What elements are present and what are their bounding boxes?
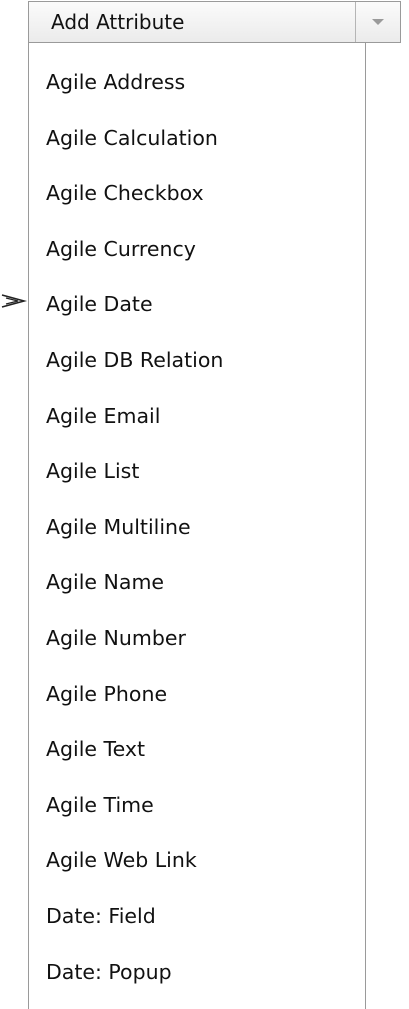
menu-item-agile-currency[interactable]: Agile Currency (29, 222, 365, 278)
dropdown-arrow-button[interactable] (355, 2, 400, 42)
add-attribute-dropdown[interactable]: Add Attribute (28, 1, 401, 43)
menu-item-agile-multiline[interactable]: Agile Multiline (29, 500, 365, 556)
menu-item-date-field[interactable]: Date: Field (29, 889, 365, 945)
menu-item-agile-time[interactable]: Agile Time (29, 778, 365, 834)
menu-item-agile-address[interactable]: Agile Address (29, 55, 365, 111)
menu-item-agile-checkbox[interactable]: Agile Checkbox (29, 166, 365, 222)
menu-item-agile-text[interactable]: Agile Text (29, 722, 365, 778)
menu-item-agile-db-relation[interactable]: Agile DB Relation (29, 333, 365, 389)
menu-item-date-popup[interactable]: Date: Popup (29, 945, 365, 1001)
menu-item-agile-phone[interactable]: Agile Phone (29, 667, 365, 723)
menu-item-agile-email[interactable]: Agile Email (29, 389, 365, 445)
dropdown-label: Add Attribute (51, 10, 185, 34)
menu-item-agile-list[interactable]: Agile List (29, 444, 365, 500)
menu-item-agile-calculation[interactable]: Agile Calculation (29, 111, 365, 167)
arrow-pointer-icon (1, 294, 28, 308)
attribute-menu: Agile Address Agile Calculation Agile Ch… (28, 43, 366, 1009)
menu-item-agile-name[interactable]: Agile Name (29, 555, 365, 611)
menu-item-agile-number[interactable]: Agile Number (29, 611, 365, 667)
menu-item-agile-web-link[interactable]: Agile Web Link (29, 833, 365, 889)
chevron-down-icon (372, 19, 384, 25)
menu-item-agile-date[interactable]: Agile Date (29, 277, 365, 333)
